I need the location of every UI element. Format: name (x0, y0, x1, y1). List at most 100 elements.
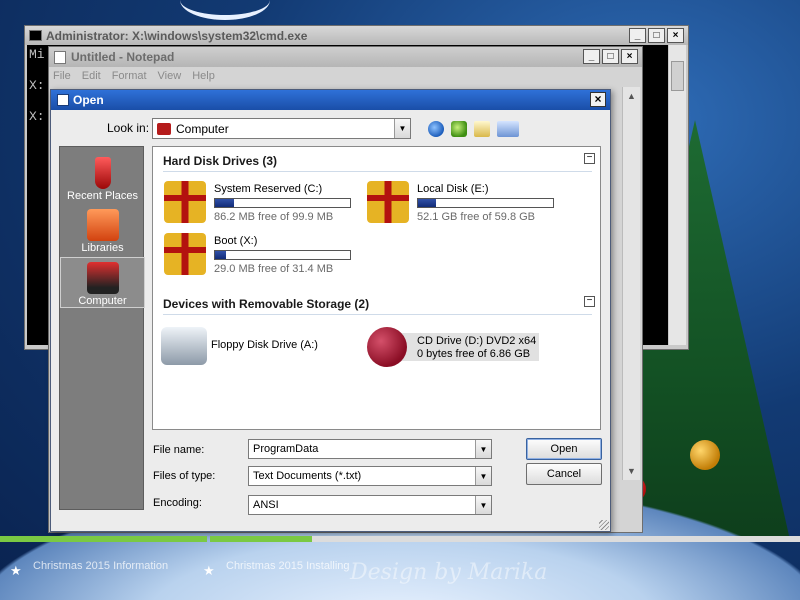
chevron-down-icon[interactable]: ▼ (394, 119, 410, 138)
look-in-value: Computer (176, 121, 229, 136)
drive-x[interactable]: Boot (X:) 29.0 MB free of 31.4 MB (164, 233, 364, 281)
scroll-down-arrow-icon[interactable]: ▼ (623, 462, 640, 480)
encoding-dropdown[interactable]: ANSI ▼ (248, 495, 492, 515)
drive-usage-bar (214, 198, 351, 208)
group-header: Devices with Removable Storage (2) (163, 297, 370, 311)
floppy-drive-icon (161, 327, 207, 365)
cd-drive-free-space: 0 bytes free of 6.86 GB (417, 348, 531, 360)
progress-bar (210, 536, 312, 542)
look-in-dropdown[interactable]: Computer ▼ (152, 118, 411, 139)
places-bar: Recent Places Libraries Computer (59, 146, 145, 510)
recent-places-icon (94, 157, 111, 189)
place-label: Computer (78, 295, 127, 307)
group-divider (163, 171, 592, 172)
cmd-title: Administrator: X:\windows\system32\cmd.e… (46, 28, 308, 43)
collapse-icon[interactable]: − (584, 296, 595, 307)
drive-name: Boot (X:) (214, 235, 258, 247)
taskbar-item[interactable]: Christmas 2015 Installing (226, 560, 350, 572)
group-divider (163, 314, 592, 315)
desktop-moon (180, 0, 270, 20)
cmd-title-bar[interactable]: Administrator: X:\windows\system32\cmd.e… (25, 26, 688, 45)
place-label: Recent Places (67, 190, 138, 202)
notepad-scrollbar[interactable]: ▲ ▼ (622, 87, 640, 480)
drive-floppy[interactable]: Floppy Disk Drive (A:) (161, 327, 361, 375)
cancel-button[interactable]: Cancel (526, 463, 602, 485)
drive-name: Local Disk (E:) (417, 183, 489, 195)
place-computer[interactable]: Computer (60, 257, 145, 308)
up-folder-icon[interactable] (451, 121, 467, 137)
chevron-down-icon[interactable]: ▼ (475, 496, 491, 514)
view-menu-icon[interactable] (497, 121, 519, 137)
drive-name: System Reserved (C:) (214, 183, 323, 195)
progress-track (312, 536, 800, 542)
drive-free-space: 52.1 GB free of 59.8 GB (417, 211, 536, 223)
file-name-value: ProgramData (253, 443, 319, 455)
computer-icon (86, 262, 119, 294)
drive-free-space: 29.0 MB free of 31.4 MB (214, 263, 334, 275)
drive-free-space: 86.2 MB free of 99.9 MB (214, 211, 334, 223)
cmd-icon (29, 30, 42, 41)
star-icon: ★ (10, 563, 22, 578)
drive-gift-icon (164, 233, 206, 275)
file-name-input[interactable]: ProgramData ▼ (248, 439, 492, 459)
open-dialog[interactable]: Open × Look in: Computer ▼ Recent Places… (50, 89, 611, 532)
drive-c[interactable]: System Reserved (C:) 86.2 MB free of 99.… (164, 181, 364, 229)
cmd-scrollbar[interactable] (669, 45, 686, 345)
design-watermark: Design by Marika (350, 560, 548, 585)
scroll-up-arrow-icon[interactable]: ▲ (623, 87, 640, 105)
drive-usage-bar (417, 198, 554, 208)
chevron-down-icon[interactable]: ▼ (475, 440, 491, 458)
menu-bar: File Edit Format View Help (49, 67, 642, 85)
maximize-button[interactable]: □ (648, 28, 665, 43)
open-button[interactable]: Open (526, 438, 602, 460)
file-type-label: Files of type: (153, 470, 216, 482)
star-icon: ★ (203, 563, 215, 578)
back-arrow-icon[interactable] (428, 121, 444, 137)
libraries-icon (86, 209, 119, 241)
dialog-close-button[interactable]: × (590, 92, 606, 107)
drive-usage-bar (214, 250, 351, 260)
dialog-icon (57, 94, 69, 106)
menu-file[interactable]: File (53, 70, 71, 82)
menu-format[interactable]: Format (112, 70, 147, 82)
encoding-label: Encoding: (153, 497, 202, 509)
close-button[interactable]: × (621, 49, 638, 64)
close-button[interactable]: × (667, 28, 684, 43)
place-label: Libraries (81, 242, 124, 254)
cd-drive-icon[interactable] (367, 327, 407, 367)
minimize-button[interactable]: _ (629, 28, 646, 43)
progress-bar (0, 536, 207, 542)
scroll-thumb[interactable] (671, 61, 684, 91)
file-name-label: File name: (153, 444, 205, 456)
notepad-icon (54, 50, 66, 64)
file-view[interactable]: Hard Disk Drives (3) − System Reserved (… (152, 146, 601, 430)
menu-help[interactable]: Help (192, 70, 215, 82)
cd-drive-name: CD Drive (D:) DVD2 x64 (417, 335, 537, 347)
drive-e[interactable]: Local Disk (E:) 52.1 GB free of 59.8 GB (367, 181, 567, 229)
notepad-title: Untitled - Notepad (71, 50, 175, 64)
dialog-title: Open (73, 93, 104, 107)
minimize-button[interactable]: _ (583, 49, 600, 64)
drive-gift-icon (164, 181, 206, 223)
collapse-icon[interactable]: − (584, 153, 595, 164)
drive-name: Floppy Disk Drive (A:) (211, 339, 318, 351)
file-type-dropdown[interactable]: Text Documents (*.txt) ▼ (248, 466, 492, 486)
resize-grip-icon[interactable] (599, 520, 609, 530)
menu-edit[interactable]: Edit (82, 70, 101, 82)
file-type-value: Text Documents (*.txt) (253, 470, 362, 482)
place-libraries[interactable]: Libraries (60, 205, 145, 256)
chevron-down-icon[interactable]: ▼ (475, 467, 491, 485)
drive-gift-icon (367, 181, 409, 223)
look-in-label: Look in: (107, 121, 150, 135)
notepad-title-bar[interactable]: Untitled - Notepad (49, 47, 642, 67)
place-recent-places[interactable]: Recent Places (60, 153, 145, 204)
computer-icon (157, 122, 171, 135)
menu-view[interactable]: View (158, 70, 182, 82)
taskbar-item[interactable]: Christmas 2015 Information (33, 560, 168, 572)
ornament-decoration (690, 440, 720, 470)
group-header: Hard Disk Drives (3) (163, 154, 278, 168)
new-folder-icon[interactable] (474, 121, 490, 137)
maximize-button[interactable]: □ (602, 49, 619, 64)
dialog-title-bar[interactable]: Open (51, 90, 610, 110)
encoding-value: ANSI (253, 499, 279, 511)
